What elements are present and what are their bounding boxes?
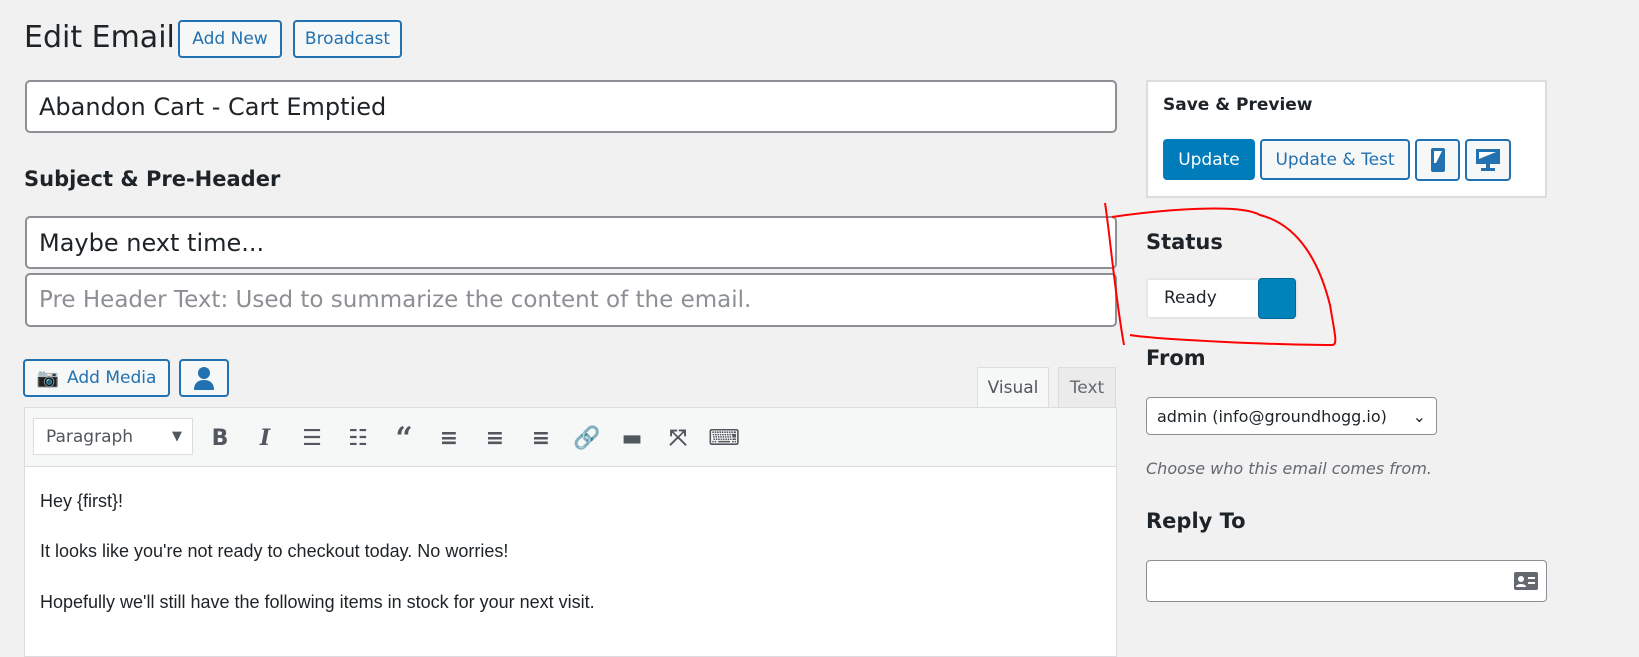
subject-heading: Subject & Pre-Header	[24, 167, 281, 191]
align-center-icon[interactable]: ≡	[480, 423, 510, 453]
add-media-label: Add Media	[67, 368, 157, 388]
link-icon[interactable]: 🔗	[572, 423, 602, 453]
annotation-circle	[1104, 202, 1337, 347]
content-line[interactable]: Hey {first}!	[40, 491, 123, 512]
bold-icon[interactable]: B	[205, 423, 235, 453]
chevron-down-icon: ⌄	[1412, 406, 1426, 426]
align-left-icon[interactable]: ≡	[434, 423, 464, 453]
desktop-icon	[1476, 149, 1500, 171]
from-select[interactable]: admin (info@groundhogg.io) ⌄	[1146, 397, 1437, 435]
mobile-preview-button[interactable]	[1415, 139, 1460, 181]
blockquote-icon[interactable]: “	[389, 421, 419, 456]
from-label: From	[1146, 346, 1206, 370]
contact-card-icon	[1514, 572, 1538, 590]
mobile-icon	[1430, 148, 1445, 172]
from-value: admin (info@groundhogg.io)	[1157, 406, 1387, 426]
media-icon: 📷	[36, 367, 60, 389]
format-value: Paragraph	[46, 426, 134, 447]
save-preview-title: Save & Preview	[1163, 95, 1313, 115]
tab-visual[interactable]: Visual	[977, 367, 1049, 408]
page-title: Edit Email	[24, 20, 175, 55]
broadcast-button[interactable]: Broadcast	[293, 20, 402, 58]
tab-text[interactable]: Text	[1058, 367, 1116, 407]
add-new-button[interactable]: Add New	[178, 20, 282, 58]
person-icon	[194, 367, 214, 390]
italic-icon[interactable]: I	[250, 423, 280, 453]
content-line[interactable]: Hopefully we'll still have the following…	[40, 592, 595, 613]
align-right-icon[interactable]: ≡	[526, 423, 556, 453]
reply-to-label: Reply To	[1146, 509, 1246, 533]
format-select[interactable]: Paragraph ▼	[33, 418, 193, 455]
content-line[interactable]: It looks like you're not ready to checko…	[40, 541, 508, 562]
bullet-list-icon[interactable]: ☰	[297, 423, 327, 453]
numbered-list-icon[interactable]: ☷	[343, 423, 373, 453]
add-media-button[interactable]: 📷 Add Media	[23, 359, 170, 397]
from-help: Choose who this email comes from.	[1146, 459, 1432, 478]
chevron-down-icon: ▼	[172, 429, 182, 444]
update-button[interactable]: Update	[1163, 139, 1255, 180]
update-test-button[interactable]: Update & Test	[1260, 139, 1410, 180]
read-more-icon[interactable]: ▬	[617, 423, 647, 453]
fullscreen-icon[interactable]: ⤧	[663, 423, 693, 453]
desktop-preview-button[interactable]	[1465, 139, 1511, 181]
subject-input[interactable]: Maybe next time...	[25, 216, 1117, 269]
reply-to-input[interactable]	[1146, 560, 1547, 602]
email-title-input[interactable]: Abandon Cart - Cart Emptied	[25, 80, 1117, 133]
insert-replacement-button[interactable]	[179, 359, 229, 397]
preheader-input[interactable]: Pre Header Text: Used to summarize the c…	[25, 273, 1117, 327]
toolbar-toggle-icon[interactable]: ⌨	[708, 423, 740, 453]
